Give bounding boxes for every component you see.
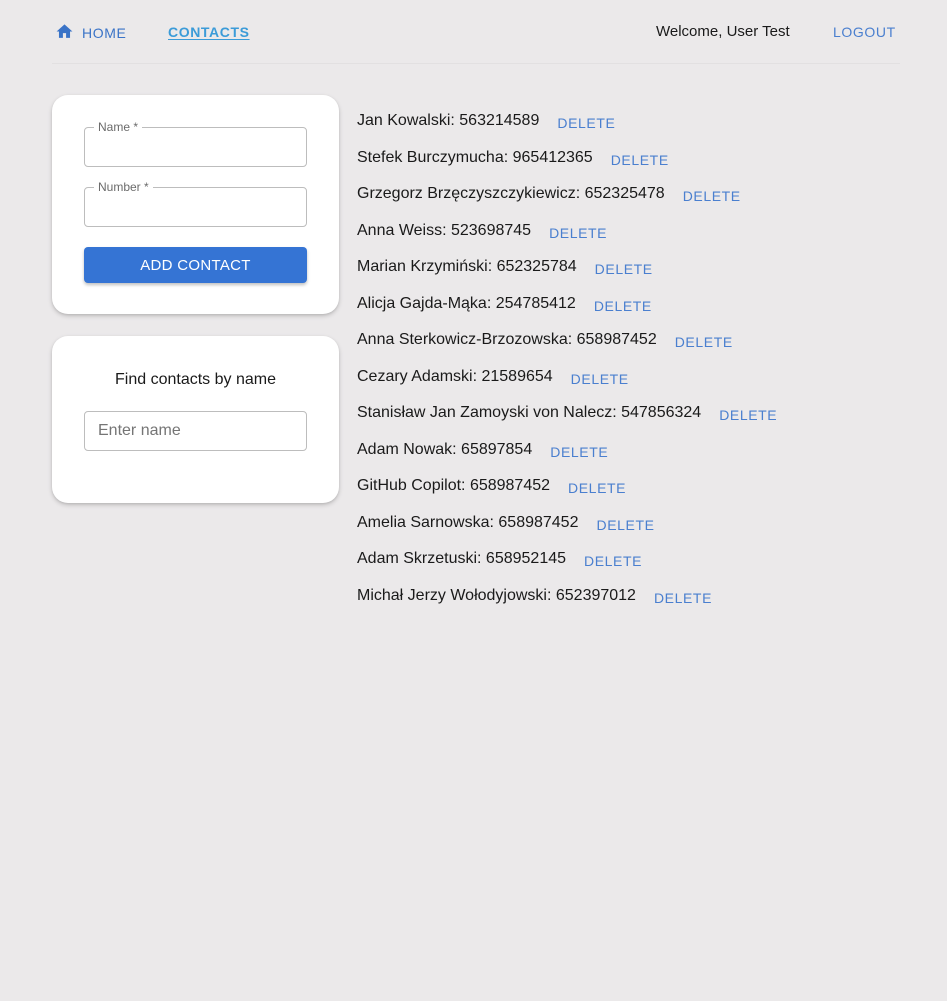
filter-field[interactable] <box>84 411 307 451</box>
contact-text: Alicja Gajda-Mąka: 254785412 <box>357 294 576 312</box>
list-item: GitHub Copilot: 658987452 DELETE <box>357 468 777 505</box>
add-contact-button[interactable]: ADD CONTACT <box>84 247 307 283</box>
list-item: Adam Skrzetuski: 658952145 DELETE <box>357 541 777 578</box>
contact-text: Stefek Burczymucha: 965412365 <box>357 148 593 166</box>
welcome-text: Welcome, User Test <box>656 23 790 40</box>
contact-text: GitHub Copilot: 658987452 <box>357 477 551 495</box>
list-item: Alicja Gajda-Mąka: 254785412 DELETE <box>357 286 777 323</box>
delete-button[interactable]: DELETE <box>654 590 712 606</box>
contact-text: Michał Jerzy Wołodyjowski: 652397012 <box>357 586 636 604</box>
contact-text: Grzegorz Brzęczyszczykiewicz: 652325478 <box>357 185 665 203</box>
home-icon <box>56 24 73 38</box>
contact-text: Anna Sterkowicz-Brzozowska: 658987452 <box>357 331 657 349</box>
delete-button[interactable]: DELETE <box>683 188 741 204</box>
filter-card: Find contacts by name <box>52 336 339 503</box>
list-item: Adam Nowak: 65897854 DELETE <box>357 432 777 469</box>
list-item: Cezary Adamski: 21589654 DELETE <box>357 359 777 396</box>
delete-button[interactable]: DELETE <box>550 444 608 460</box>
list-item: Anna Sterkowicz-Brzozowska: 658987452 DE… <box>357 322 777 359</box>
logout-link[interactable]: LOGOUT <box>833 24 896 40</box>
top-navigation: HOME CONTACTS Welcome, User Test LOGOUT <box>52 0 900 64</box>
delete-button[interactable]: DELETE <box>594 298 652 314</box>
delete-button[interactable]: DELETE <box>549 225 607 241</box>
list-item: Marian Krzymiński: 652325784 DELETE <box>357 249 777 286</box>
contact-text: Jan Kowalski: 563214589 <box>357 112 540 130</box>
nav-home-link[interactable]: HOME <box>55 24 126 41</box>
list-item: Michał Jerzy Wołodyjowski: 652397012 DEL… <box>357 578 777 615</box>
contact-text: Adam Nowak: 65897854 <box>357 440 533 458</box>
delete-button[interactable]: DELETE <box>584 553 642 569</box>
delete-button[interactable]: DELETE <box>675 334 733 350</box>
name-field-label: Name * <box>94 120 143 134</box>
contact-text: Stanisław Jan Zamoyski von Nalecz: 54785… <box>357 404 702 422</box>
list-item: Anna Weiss: 523698745 DELETE <box>357 213 777 250</box>
list-item: Jan Kowalski: 563214589 DELETE <box>357 103 777 140</box>
number-field[interactable]: Number * <box>84 180 307 227</box>
contact-text: Adam Skrzetuski: 658952145 <box>357 550 567 568</box>
list-item: Stefek Burczymucha: 965412365 DELETE <box>357 140 777 177</box>
delete-button[interactable]: DELETE <box>596 517 654 533</box>
number-field-label: Number * <box>94 180 153 194</box>
name-field[interactable]: Name * <box>84 120 307 167</box>
filter-title: Find contacts by name <box>115 371 276 388</box>
delete-button[interactable]: DELETE <box>719 407 777 423</box>
filter-input[interactable] <box>85 412 306 450</box>
delete-button[interactable]: DELETE <box>557 115 615 131</box>
list-item: Amelia Sarnowska: 658987452 DELETE <box>357 505 777 542</box>
list-item: Stanisław Jan Zamoyski von Nalecz: 54785… <box>357 395 777 432</box>
nav-home-label: HOME <box>82 24 127 41</box>
contact-text: Cezary Adamski: 21589654 <box>357 367 553 385</box>
add-contact-card: Name * Number * ADD CONTACT <box>52 95 339 314</box>
delete-button[interactable]: DELETE <box>568 480 626 496</box>
delete-button[interactable]: DELETE <box>595 261 653 277</box>
contact-text: Anna Weiss: 523698745 <box>357 221 532 239</box>
list-item: Grzegorz Brzęczyszczykiewicz: 652325478 … <box>357 176 777 213</box>
delete-button[interactable]: DELETE <box>611 152 669 168</box>
nav-contacts-link[interactable]: CONTACTS <box>168 24 250 40</box>
contacts-list: Jan Kowalski: 563214589 DELETE Stefek Bu… <box>357 103 777 614</box>
delete-button[interactable]: DELETE <box>571 371 629 387</box>
contact-text: Marian Krzymiński: 652325784 <box>357 258 577 276</box>
contact-text: Amelia Sarnowska: 658987452 <box>357 513 579 531</box>
